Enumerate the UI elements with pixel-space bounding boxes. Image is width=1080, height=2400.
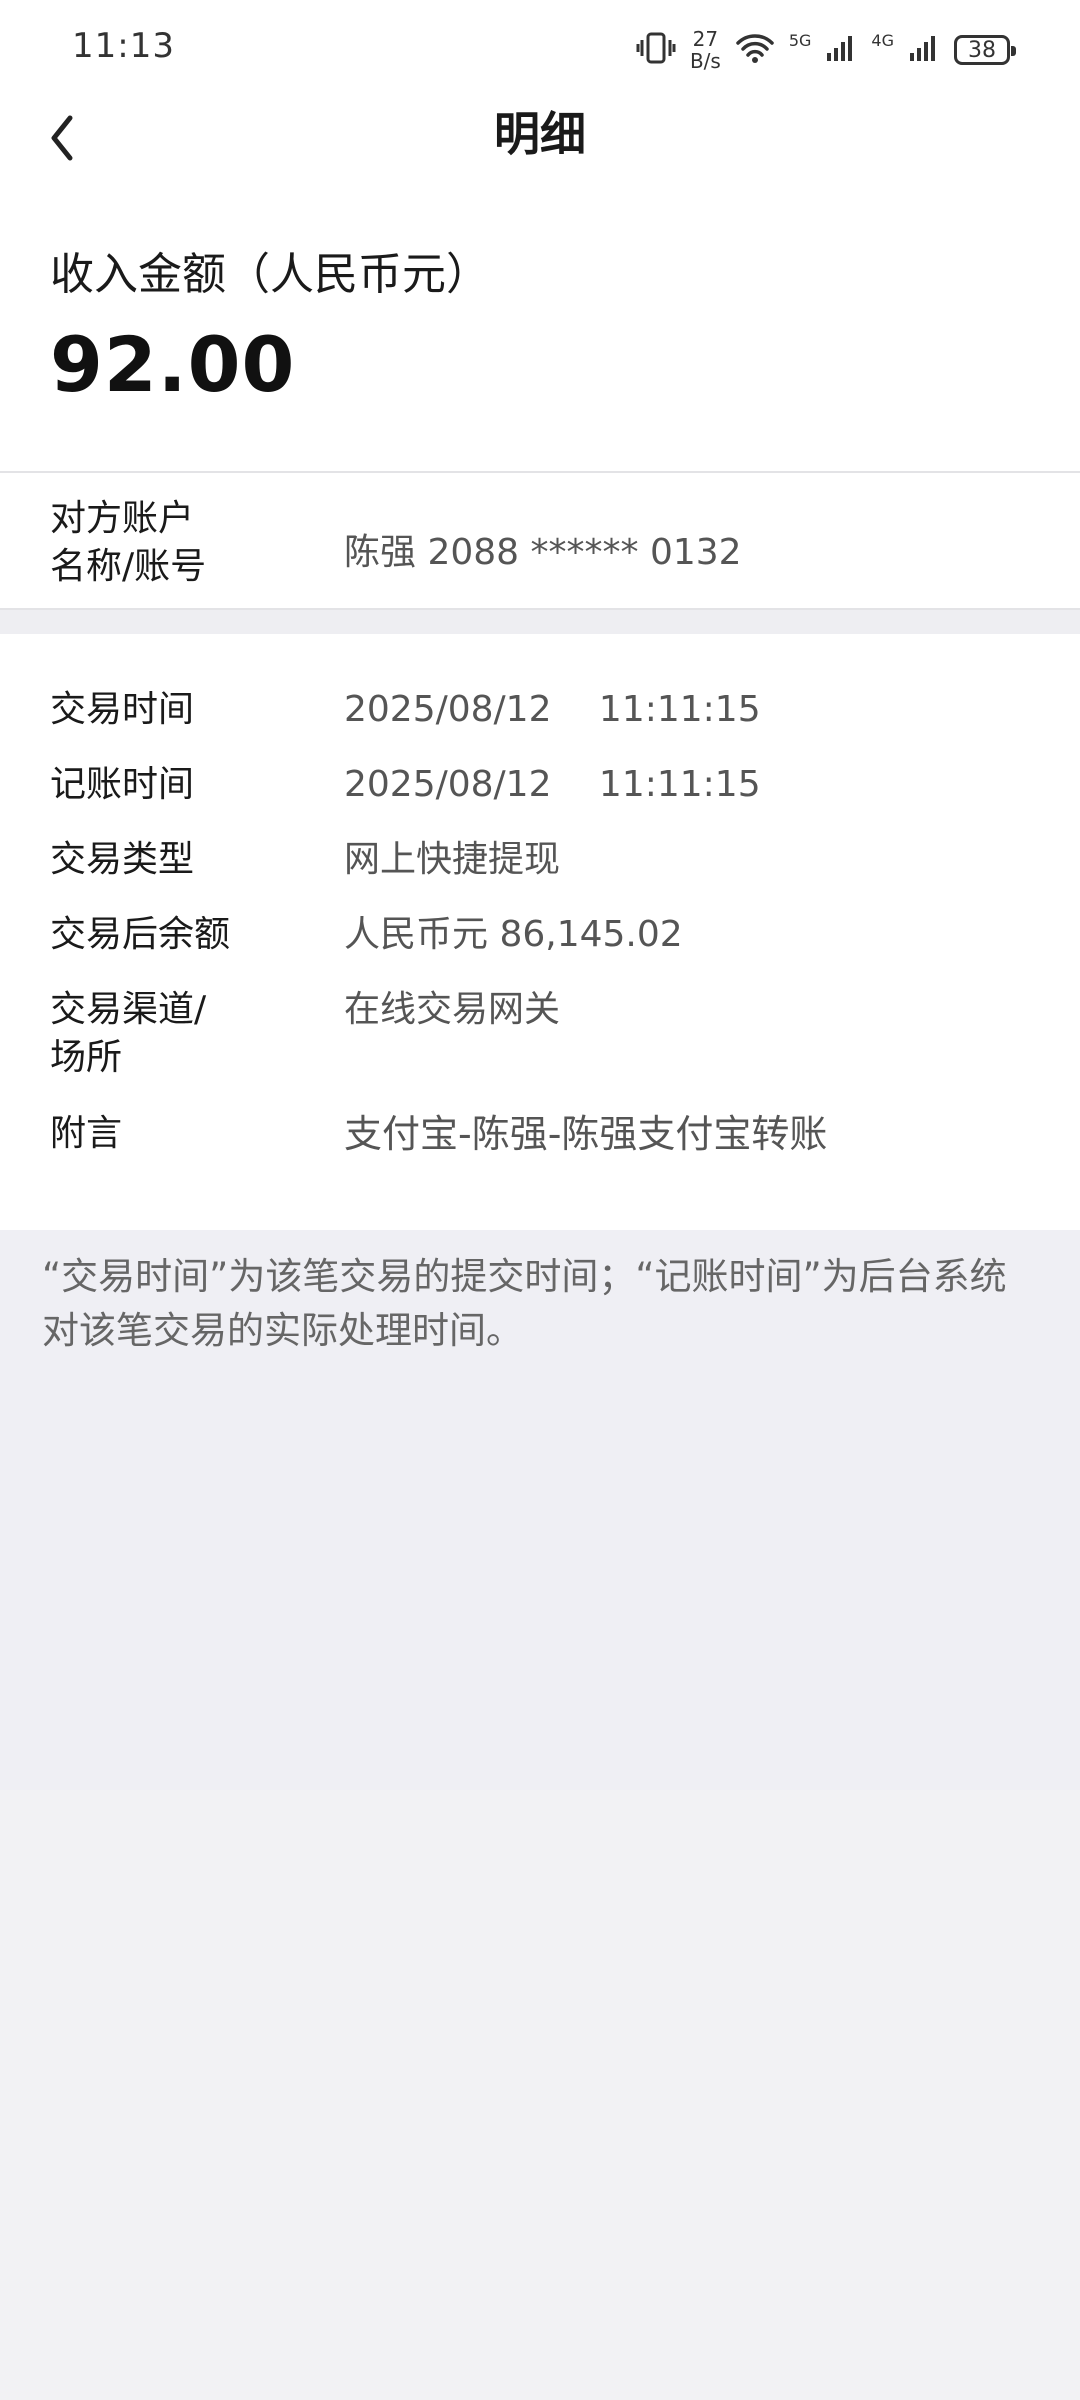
network-speed: 27 B/s: [690, 28, 721, 72]
status-icons: 27 B/s 5G 4G 38: [636, 22, 1016, 78]
counterparty-label-line1: 对方账户: [50, 498, 195, 539]
detail-value: 网上快捷提现: [344, 839, 561, 880]
detail-value: 支付宝-陈强-陈强支付宝转账: [344, 1112, 828, 1156]
signal-icon-1: [825, 33, 857, 67]
counterparty-label: 对方账户 名称/账号: [50, 495, 206, 591]
detail-label: 交易后余额: [50, 914, 231, 955]
detail-label: 交易时间: [50, 689, 195, 730]
counterparty-section: 对方账户 名称/账号 陈强 2088 ****** 0132: [0, 473, 1080, 608]
footnote-section: “交易时间”为该笔交易的提交时间；“记账时间”为后台系统对该笔交易的实际处理时间…: [0, 1230, 1080, 1790]
counterparty-label-line2: 名称/账号: [50, 546, 207, 587]
status-time: 11:13: [72, 26, 175, 66]
amount-value: 92.00: [50, 320, 296, 409]
network-type-2: 4G: [871, 30, 894, 50]
detail-label-line1: 交易渠道/: [50, 989, 207, 1030]
detail-label: 附言: [50, 1113, 123, 1154]
speed-unit: B/s: [689, 49, 721, 73]
detail-label-line2: 场所: [50, 1037, 123, 1078]
signal-icon-2: [908, 33, 940, 67]
amount-summary: 收入金额（人民币元） 92.00: [0, 216, 1080, 471]
detail-value: 人民币元 86,145.02: [344, 914, 683, 955]
wifi-icon: [735, 32, 775, 68]
detail-value: 2025/08/12 11:11:15: [344, 689, 761, 730]
detail-label: 记账时间: [50, 764, 195, 805]
amount-label: 收入金额（人民币元）: [50, 249, 490, 300]
speed-value: 27: [692, 27, 719, 51]
section-gap: [0, 608, 1080, 634]
footnote-text: “交易时间”为该笔交易的提交时间；“记账时间”为后台系统对该笔交易的实际处理时间…: [42, 1255, 1007, 1352]
battery-icon: 38: [954, 35, 1016, 65]
vibrate-icon: [636, 31, 676, 69]
transaction-details: 交易时间 2025/08/12 11:11:15 记账时间 2025/08/12…: [0, 634, 1080, 1230]
detail-value: 2025/08/12 11:11:15: [344, 764, 761, 805]
detail-label: 交易渠道/ 场所: [50, 986, 206, 1082]
status-bar: 11:13 27 B/s 5G 4G 38: [0, 0, 1080, 96]
network-type-1: 5G: [788, 30, 812, 50]
counterparty-value: 陈强 2088 ****** 0132: [344, 532, 742, 573]
detail-value: 在线交易网关: [344, 989, 561, 1030]
page-title: 明细: [494, 107, 586, 161]
detail-label: 交易类型: [50, 839, 195, 880]
